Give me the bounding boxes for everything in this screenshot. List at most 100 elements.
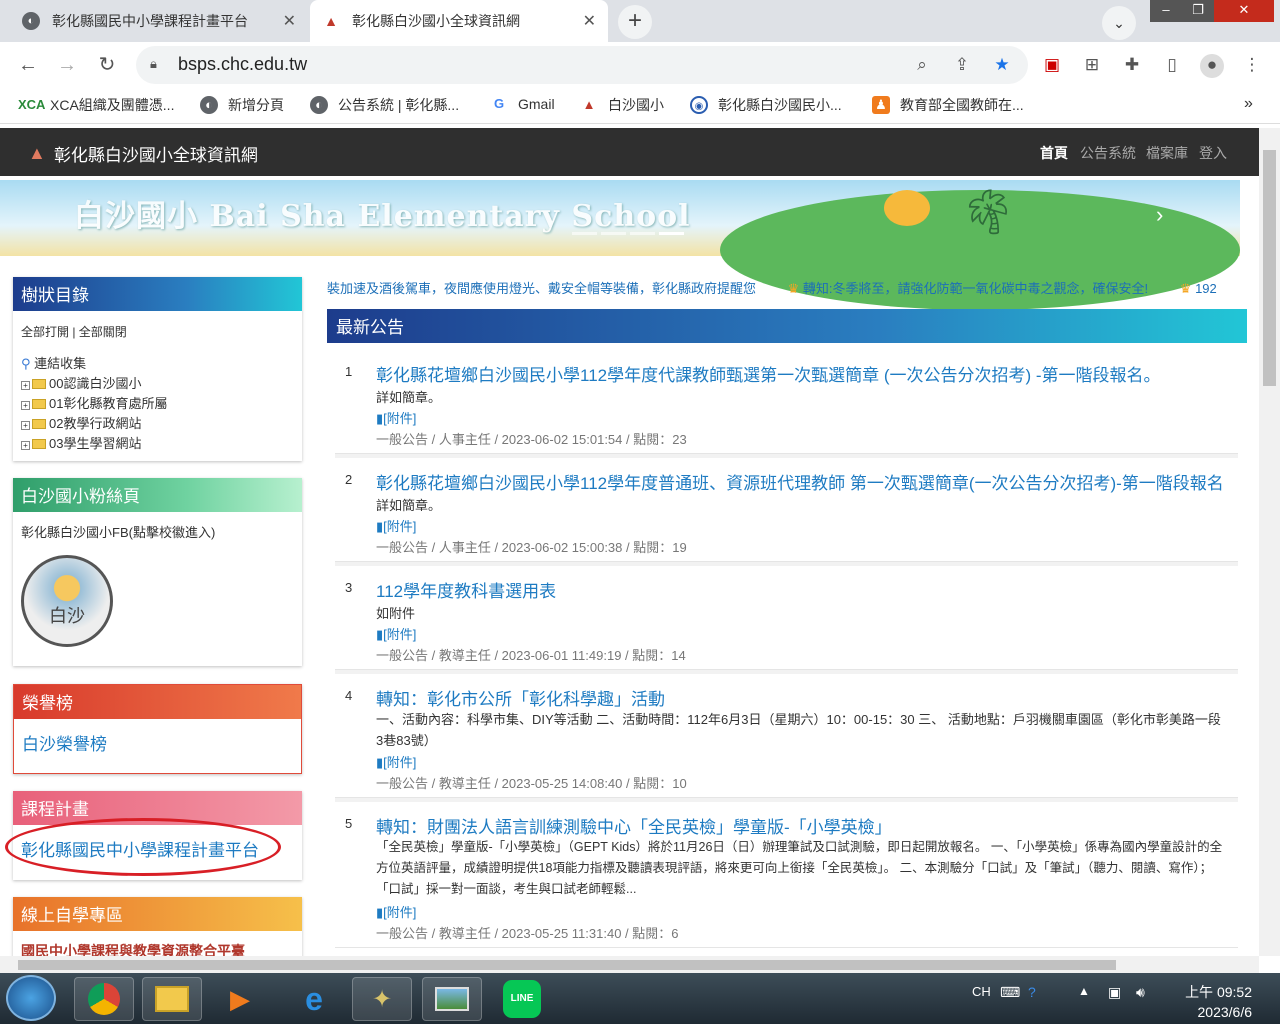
nav-announcements[interactable]: 公告系統 [1080, 143, 1136, 163]
close-tab-icon[interactable]: ✕ [283, 11, 296, 31]
tab-bsps[interactable]: ▲ 彰化縣白沙國小全球資訊網 ✕ [310, 0, 608, 42]
school-logo[interactable]: 白沙 [21, 555, 113, 647]
chrome-icon[interactable] [74, 977, 134, 1021]
side-panel-icon[interactable]: ▯ [1160, 54, 1184, 78]
folder-icon [32, 399, 46, 409]
tree-folder[interactable]: +03學生學習網站 [21, 434, 294, 454]
announcement-link[interactable]: 彰化縣花壇鄉白沙國民小學112學年度代課教師甄選第一次甄選簡章 (一次公告分次招… [376, 361, 1161, 386]
google-icon: G [493, 96, 505, 111]
pdf-extension-icon[interactable]: ▣ [1040, 54, 1064, 78]
expand-icon[interactable]: + [21, 441, 30, 450]
reload-icon[interactable]: ↻ [92, 50, 122, 80]
xca-icon: XCA [18, 97, 46, 112]
school-icon: ▲ [582, 97, 596, 112]
tree-title: 樹狀目錄 [13, 277, 302, 311]
show-hidden-icons-icon[interactable]: ▲ [1078, 984, 1090, 998]
announcement-link[interactable]: 轉知：財團法人語言訓練測驗中心「全民英檢」學童版-「小學英檢」 [376, 813, 892, 838]
announcement-link[interactable]: 112學年度教科書選用表 [376, 577, 556, 602]
close-window-button[interactable]: ✕ [1214, 0, 1274, 22]
nav-files[interactable]: 檔案庫 [1146, 143, 1188, 163]
grid-extension-icon[interactable]: ⊞ [1080, 54, 1104, 78]
close-tab-icon[interactable]: ✕ [583, 11, 596, 31]
bookmark-teacher[interactable]: ♟ 教育部全國教師在... [872, 95, 1024, 115]
bookmark-announcement[interactable]: ◐ 公告系統 | 彰化縣... [310, 95, 459, 115]
zoom-icon[interactable]: ⌕ [910, 54, 934, 78]
keyboard-icon[interactable]: ⌨ [1000, 984, 1020, 1001]
nav-home[interactable]: 首頁 [1040, 143, 1068, 163]
tree-folder[interactable]: +02教學行政網站 [21, 414, 294, 434]
school-icon: ▲ [324, 13, 338, 29]
line-icon[interactable]: LINE [492, 977, 552, 1021]
honor-title: 榮譽榜 [14, 685, 301, 719]
list-item: 4 轉知：彰化市公所「彰化科學趣」活動 一、活動內容：科學市集、DIY等活動 二… [335, 674, 1238, 798]
minimize-button[interactable]: – [1150, 0, 1182, 22]
horizontal-scroll-thumb[interactable] [18, 960, 1116, 970]
expand-icon[interactable]: + [21, 401, 30, 410]
site-title[interactable]: ▲ 彰化縣白沙國小全球資訊網 [28, 141, 258, 166]
news-marquee[interactable]: 裝加速及酒後駕車，夜間應使用燈光、戴安全帽等裝備，彰化縣政府提醒您 ♛ 轉知:冬… [327, 278, 1247, 296]
language-indicator[interactable]: CH [972, 984, 991, 999]
media-player-icon[interactable]: ▶ [210, 977, 270, 1021]
attachment-link[interactable]: ▮[附件] [376, 624, 416, 643]
attachment-link[interactable]: ▮[附件] [376, 516, 416, 535]
network-icon[interactable]: ▣ [1108, 984, 1121, 1001]
expand-icon[interactable]: + [21, 381, 30, 390]
start-button[interactable] [6, 975, 56, 1021]
clock[interactable]: 上午 09:52 2023/6/6 [1172, 982, 1252, 1022]
banner-next-icon[interactable]: › [1156, 202, 1163, 228]
menu-icon[interactable]: ⋮ [1240, 54, 1264, 78]
attachment-link[interactable]: ▮[附件] [376, 752, 416, 771]
photo-viewer-icon[interactable] [422, 977, 482, 1021]
tree-panel: 樹狀目錄 全部打開 | 全部關閉 ⚲ 連結收集 +00認識白沙國小 +01彰化縣… [13, 277, 302, 461]
bookmark-new-tab[interactable]: ◐ 新增分頁 [200, 95, 284, 115]
teacher-icon: ♟ [872, 96, 890, 114]
site-icon: ◉ [690, 96, 708, 114]
list-item: 2 彰化縣花壇鄉白沙國民小學112學年度普通班、資源班代理教師 第一次甄選簡章(… [335, 458, 1238, 562]
profile-icon[interactable]: ● [1200, 54, 1224, 78]
file-explorer-icon[interactable] [142, 977, 202, 1021]
tree-controls[interactable]: 全部打開 | 全部關閉 [21, 323, 294, 340]
tab-title: 彰化縣白沙國小全球資訊網 [352, 13, 520, 29]
back-arrow-icon[interactable]: ← [13, 50, 43, 80]
expand-icon[interactable]: + [21, 421, 30, 430]
nav-login[interactable]: 登入 [1199, 143, 1227, 163]
globe-icon: ◐ [200, 96, 218, 114]
url-text[interactable]: bsps.chc.edu.tw [178, 54, 307, 75]
help-icon[interactable]: ? [1028, 984, 1036, 1000]
online-title: 線上自學專區 [13, 897, 302, 931]
new-tab-button[interactable]: + [618, 5, 652, 39]
list-item: 3 112學年度教科書選用表 如附件 ▮[附件] 一般公告 / 教導主任 / 2… [335, 566, 1238, 670]
volume-icon[interactable]: 🔊︎ [1136, 984, 1145, 1001]
tree-folder[interactable]: +01彰化縣教育處所屬 [21, 394, 294, 414]
bookmark-baisha-site[interactable]: ◉ 彰化縣白沙國民小... [690, 95, 842, 115]
banner-indicators[interactable] [572, 232, 684, 235]
vertical-scroll-thumb[interactable] [1263, 150, 1276, 386]
link-icon: ⚲ [21, 356, 31, 371]
folder-icon [32, 379, 46, 389]
tree-folder[interactable]: +00認識白沙國小 [21, 374, 294, 394]
announcement-link[interactable]: 轉知：彰化市公所「彰化科學趣」活動 [376, 685, 665, 710]
more-bookmarks-button[interactable]: » [1244, 95, 1253, 113]
tree-root[interactable]: ⚲ 連結收集 [21, 354, 294, 374]
globe-icon: ◐ [310, 96, 328, 114]
lock-icon[interactable]: 🔒︎ [150, 56, 157, 72]
wand-app-icon[interactable]: ✦ [352, 977, 412, 1021]
forward-arrow-icon[interactable]: → [52, 50, 82, 80]
star-icon[interactable]: ★ [990, 54, 1014, 78]
globe-icon: ◐ [22, 12, 40, 30]
chevron-down-icon[interactable]: ⌄ [1102, 6, 1136, 40]
crown-icon: ♛ [787, 281, 800, 296]
bookmark-xca[interactable]: XCA XCA組織及團體憑... [18, 95, 174, 115]
list-item: 5 轉知：財團法人語言訓練測驗中心「全民英檢」學童版-「小學英檢」 「全民英檢」… [335, 802, 1238, 948]
attachment-link[interactable]: ▮[附件] [376, 902, 416, 921]
internet-explorer-icon[interactable]: e [284, 977, 344, 1021]
attachment-link[interactable]: ▮[附件] [376, 408, 416, 427]
bookmark-baisha[interactable]: ▲ 白沙國小 [580, 95, 664, 115]
puzzle-icon[interactable]: ✚ [1120, 54, 1144, 78]
bookmark-gmail[interactable]: G Gmail [490, 95, 555, 113]
tab-curriculum-platform[interactable]: ◐ 彰化縣國民中小學課程計畫平台 ✕ [10, 0, 308, 42]
share-icon[interactable]: ⇪ [950, 54, 974, 78]
announcement-link[interactable]: 彰化縣花壇鄉白沙國民小學112學年度普通班、資源班代理教師 第一次甄選簡章(一次… [376, 469, 1224, 494]
maximize-button[interactable]: ❐ [1182, 0, 1214, 22]
honor-link[interactable]: 白沙榮譽榜 [22, 730, 293, 755]
